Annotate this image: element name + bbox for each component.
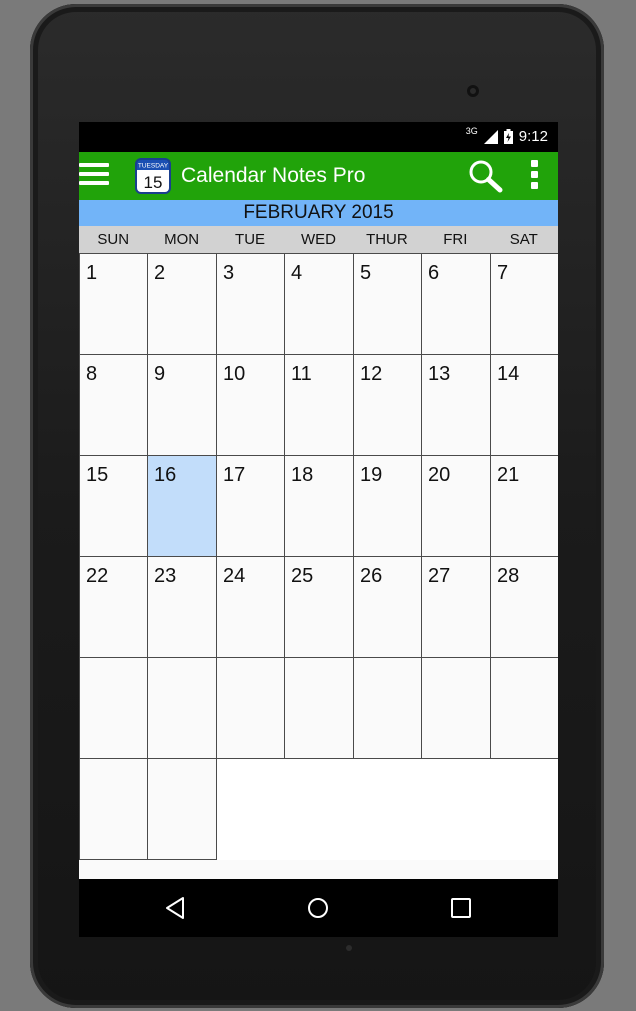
app-logo-icon: TUESDAY 15 (135, 158, 171, 194)
home-icon[interactable] (305, 895, 331, 921)
weekday-label: TUE (235, 231, 266, 248)
day-cell[interactable]: 10 (216, 354, 285, 456)
day-cell[interactable]: 19 (353, 455, 422, 557)
day-cell[interactable]: 22 (79, 556, 148, 658)
front-camera (467, 85, 479, 97)
day-cell[interactable]: 26 (353, 556, 422, 658)
day-cell[interactable]: 14 (490, 354, 558, 456)
weekday-header: SUN MON TUE WED THUR FRI SAT (79, 226, 558, 253)
day-cell[interactable]: 28 (490, 556, 558, 658)
day-cell[interactable] (421, 657, 491, 759)
microphone-hole (346, 945, 352, 951)
status-bar: 3G 9:12 (79, 122, 558, 152)
day-cell[interactable]: 17 (216, 455, 285, 557)
day-cell[interactable]: 27 (421, 556, 491, 658)
weekday-label: SUN (97, 231, 130, 248)
day-cell[interactable]: 24 (216, 556, 285, 658)
day-cell[interactable] (216, 657, 285, 759)
app-bar: TUESDAY 15 Calendar Notes Pro (79, 152, 558, 200)
day-cell[interactable] (79, 657, 148, 759)
day-cell[interactable] (79, 758, 148, 860)
day-cell[interactable]: 1 (79, 253, 148, 355)
weekday-label: SAT (509, 231, 538, 248)
day-cell-selected[interactable]: 16 (147, 455, 217, 557)
status-indicators: 3G 9:12 (465, 125, 548, 146)
status-time: 9:12 (518, 128, 548, 145)
day-cell[interactable]: 3 (216, 253, 285, 355)
month-header[interactable]: FEBRUARY 2015 (79, 200, 558, 226)
menu-icon[interactable] (79, 163, 109, 189)
day-cell[interactable]: 23 (147, 556, 217, 658)
day-cell[interactable] (147, 657, 217, 759)
day-cell[interactable]: 6 (421, 253, 491, 355)
day-cell[interactable] (490, 657, 558, 759)
day-cell[interactable]: 18 (284, 455, 354, 557)
back-icon[interactable] (163, 895, 189, 921)
signal-icon (483, 129, 498, 144)
day-cell[interactable] (147, 758, 217, 860)
search-icon[interactable] (467, 159, 503, 193)
day-cell[interactable]: 8 (79, 354, 148, 456)
day-cell[interactable]: 9 (147, 354, 217, 456)
weekday-label: WED (300, 231, 336, 248)
day-cell[interactable]: 2 (147, 253, 217, 355)
day-cell[interactable]: 20 (421, 455, 491, 557)
weekday-label: MON (164, 231, 200, 248)
day-cell[interactable]: 12 (353, 354, 422, 456)
day-cell[interactable]: 15 (79, 455, 148, 557)
battery-icon (503, 129, 513, 144)
day-cell[interactable]: 5 (353, 253, 422, 355)
screen-bottom-area (79, 860, 558, 879)
recents-icon[interactable] (448, 895, 474, 921)
day-cell[interactable]: 7 (490, 253, 558, 355)
device-screen: 3G 9:12 TUESDAY 15 Calendar Notes Pro FE… (79, 122, 558, 937)
svg-text:TUESDAY: TUESDAY (138, 163, 169, 170)
day-cell[interactable]: 11 (284, 354, 354, 456)
navigation-bar (79, 879, 558, 937)
network-type-label: 3G (465, 125, 478, 136)
day-cell[interactable] (353, 657, 422, 759)
more-vert-icon[interactable] (528, 160, 540, 194)
app-title: Calendar Notes Pro (181, 164, 366, 187)
day-cell[interactable]: 21 (490, 455, 558, 557)
weekday-label: FRI (443, 231, 468, 248)
day-cell[interactable] (284, 657, 354, 759)
weekday-label: THUR (366, 231, 408, 248)
day-cell[interactable]: 4 (284, 253, 354, 355)
day-cell[interactable]: 13 (421, 354, 491, 456)
svg-text:15: 15 (144, 173, 163, 192)
day-cell[interactable]: 25 (284, 556, 354, 658)
